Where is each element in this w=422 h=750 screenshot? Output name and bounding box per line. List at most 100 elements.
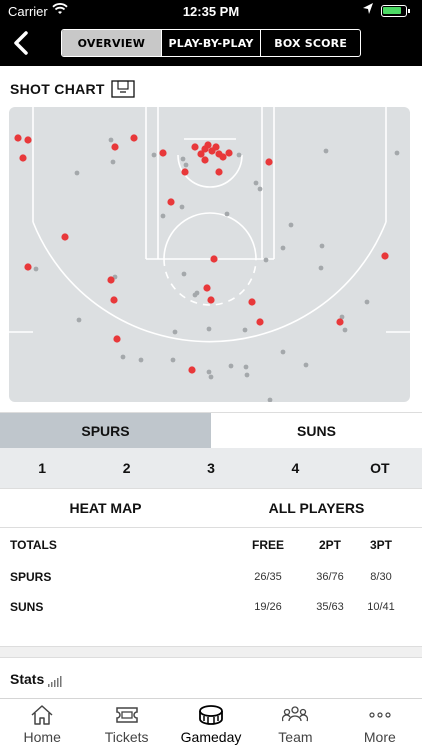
- made-shot-marker: [219, 153, 227, 161]
- stats-title: Stats: [10, 671, 45, 687]
- nav-team[interactable]: Team: [253, 699, 337, 750]
- made-shot-marker: [110, 296, 118, 304]
- made-shot-marker: [159, 149, 167, 157]
- three-pointers: 8/30: [370, 571, 392, 583]
- team-name: SPURS: [10, 570, 52, 584]
- bottom-nav: Home Tickets Gameday Team More: [0, 698, 422, 750]
- made-shot-marker: [225, 149, 233, 157]
- clock: 12:35 PM: [182, 4, 240, 19]
- made-shot-marker: [113, 335, 121, 343]
- three-point-header: 3PT: [369, 538, 392, 552]
- nav-gameday[interactable]: Gameday: [169, 699, 253, 750]
- made-shot-marker: [265, 158, 273, 166]
- period-ot[interactable]: OT: [338, 448, 422, 488]
- made-shot-marker: [188, 366, 196, 374]
- made-shot-marker: [210, 255, 218, 263]
- team-name: SUNS: [10, 600, 44, 614]
- made-shot-marker: [14, 134, 22, 142]
- nav-team-label: Team: [278, 729, 313, 745]
- missed-shot-marker: [364, 299, 370, 305]
- totals-header-row: TOTALS FREE 2PT 3PT: [0, 536, 422, 566]
- missed-shot-marker: [253, 180, 259, 186]
- missed-shot-marker: [76, 317, 82, 323]
- team-icon: [282, 706, 309, 722]
- made-shot-marker: [61, 233, 69, 241]
- missed-shot-marker: [280, 245, 286, 251]
- nav-more[interactable]: More: [338, 699, 422, 750]
- missed-shot-marker: [172, 329, 178, 335]
- made-shot-marker: [207, 296, 215, 304]
- tab-play-by-play[interactable]: PLAY-BY-PLAY: [162, 30, 262, 56]
- missed-shot-marker: [183, 162, 189, 168]
- made-shot-marker: [130, 134, 138, 142]
- nav-tickets[interactable]: Tickets: [84, 699, 168, 750]
- made-shot-marker: [181, 168, 189, 176]
- more-icon: [369, 712, 391, 718]
- team-tab-suns[interactable]: SUNS: [211, 413, 422, 448]
- missed-shot-marker: [342, 327, 348, 333]
- table-row: SPURS 26/35 36/76 8/30: [0, 566, 422, 596]
- free-throws: 19/26: [254, 601, 282, 613]
- game-tabs: OVERVIEW PLAY-BY-PLAY BOX SCORE: [61, 29, 361, 57]
- missed-shot-marker: [170, 357, 176, 363]
- period-4[interactable]: 4: [253, 448, 337, 488]
- ticket-icon: [115, 707, 138, 723]
- nav-more-label: More: [363, 729, 396, 745]
- made-shot-marker: [212, 143, 220, 151]
- made-shot-marker: [336, 318, 344, 326]
- missed-shot-marker: [243, 364, 249, 370]
- missed-shot-marker: [138, 357, 144, 363]
- two-pointers: 35/63: [316, 601, 344, 613]
- heat-map-button[interactable]: HEAT MAP: [0, 489, 211, 527]
- missed-shot-marker: [180, 156, 186, 162]
- made-shot-marker: [24, 263, 32, 271]
- stats-section-header[interactable]: Stats: [10, 671, 64, 687]
- nav-home-label: Home: [23, 729, 61, 745]
- made-shot-marker: [203, 284, 211, 292]
- missed-shot-marker: [206, 369, 212, 375]
- tab-overview[interactable]: OVERVIEW: [62, 30, 162, 56]
- missed-shot-marker: [303, 362, 309, 368]
- made-shot-marker: [111, 143, 119, 151]
- period-3[interactable]: 3: [169, 448, 253, 488]
- table-row: SUNS 19/26 35/63 10/41: [0, 596, 422, 626]
- missed-shot-marker: [263, 257, 269, 263]
- missed-shot-marker: [192, 292, 198, 298]
- missed-shot-marker: [319, 243, 325, 249]
- missed-shot-marker: [224, 211, 230, 217]
- nav-home[interactable]: Home: [0, 699, 84, 750]
- tab-box-score[interactable]: BOX SCORE: [261, 30, 360, 56]
- made-shot-marker: [256, 318, 264, 326]
- two-point-header: 2PT: [318, 538, 341, 552]
- missed-shot-marker: [236, 152, 242, 158]
- missed-shot-marker: [33, 266, 39, 272]
- free-throws: 26/35: [254, 571, 282, 583]
- all-players-button[interactable]: ALL PLAYERS: [211, 489, 422, 527]
- gameday-icon: [199, 705, 223, 725]
- totals-table: TOTALS FREE 2PT 3PT SPURS 26/35 36/76 8/…: [0, 536, 422, 626]
- missed-shot-marker: [160, 213, 166, 219]
- location-icon: [363, 3, 373, 14]
- missed-shot-marker: [179, 204, 185, 210]
- missed-shot-marker: [110, 159, 116, 165]
- team-tab-spurs[interactable]: SPURS: [0, 413, 211, 448]
- missed-shot-marker: [394, 150, 400, 156]
- period-1[interactable]: 1: [0, 448, 84, 488]
- court-icon: [111, 80, 135, 98]
- period-2[interactable]: 2: [84, 448, 168, 488]
- home-icon: [31, 705, 53, 725]
- shot-chart-title: SHOT CHART: [10, 81, 105, 97]
- made-shot-marker: [19, 154, 27, 162]
- missed-shot-marker: [257, 186, 263, 192]
- missed-shot-marker: [120, 354, 126, 360]
- made-shot-marker: [248, 298, 256, 306]
- status-bar: Carrier 12:35 PM: [0, 0, 422, 22]
- shot-markers: [14, 134, 400, 402]
- missed-shot-marker: [323, 148, 329, 154]
- section-divider: [0, 646, 422, 658]
- made-shot-marker: [215, 168, 223, 176]
- made-shot-marker: [167, 198, 175, 206]
- back-button[interactable]: [8, 28, 36, 58]
- two-pointers: 36/76: [316, 571, 344, 583]
- missed-shot-marker: [208, 374, 214, 380]
